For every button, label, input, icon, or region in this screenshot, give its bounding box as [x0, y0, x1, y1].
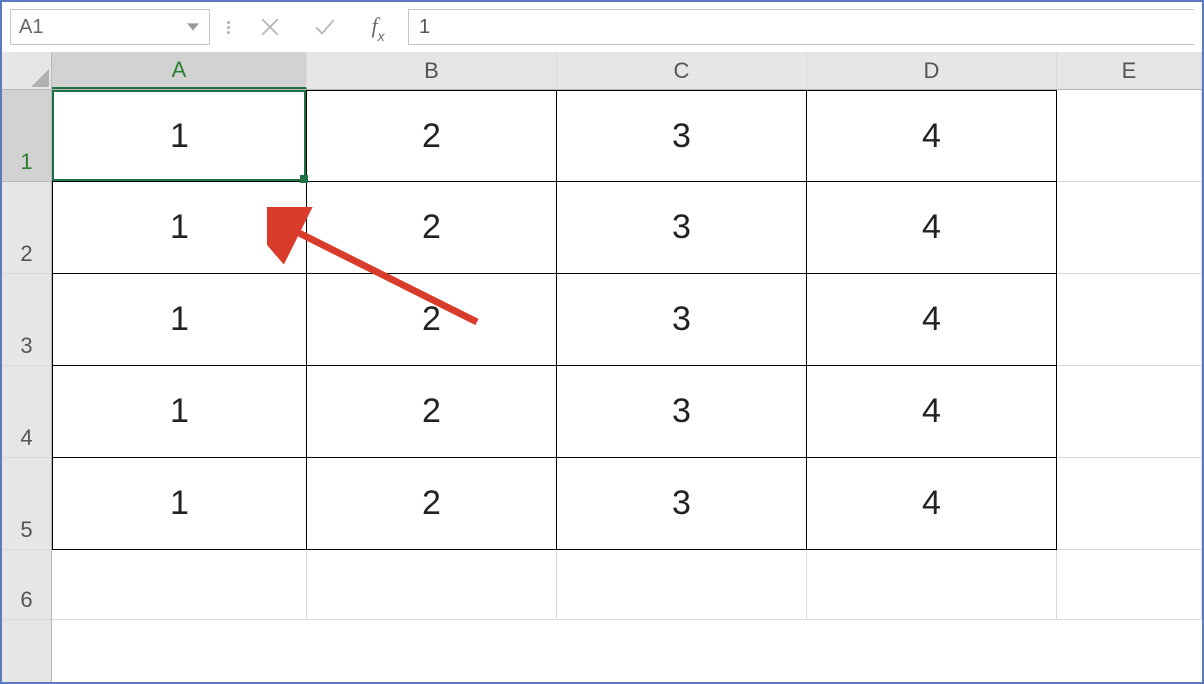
column-header-D[interactable]: D — [807, 52, 1057, 89]
row-header-5[interactable]: 5 — [2, 458, 51, 550]
x-icon — [259, 16, 281, 38]
cell-E4[interactable] — [1057, 366, 1202, 458]
row-headers: 123456 — [2, 52, 52, 682]
column-headers: ABCDE — [52, 52, 1202, 90]
cell-B3[interactable]: 2 — [307, 274, 557, 366]
cell-E2[interactable] — [1057, 182, 1202, 274]
column-header-A[interactable]: A — [52, 52, 307, 89]
cell-A1[interactable]: 1 — [52, 90, 307, 182]
cell-D3[interactable]: 4 — [807, 274, 1057, 366]
row-header-3[interactable]: 3 — [2, 274, 51, 366]
column-header-B[interactable]: B — [307, 52, 557, 89]
table-row: 1234 — [52, 458, 1202, 550]
row-header-1[interactable]: 1 — [2, 90, 51, 182]
table-row — [52, 550, 1202, 620]
name-box-value: A1 — [19, 16, 185, 39]
cell-B4[interactable]: 2 — [307, 366, 557, 458]
formula-bar-separator — [216, 9, 240, 45]
enter-button[interactable] — [300, 9, 348, 45]
cell-C1[interactable]: 3 — [557, 90, 807, 182]
cell-C5[interactable]: 3 — [557, 458, 807, 550]
cell-A4[interactable]: 1 — [52, 366, 307, 458]
cell-B5[interactable]: 2 — [307, 458, 557, 550]
cell-C2[interactable]: 3 — [557, 182, 807, 274]
cell-D1[interactable]: 4 — [807, 90, 1057, 182]
name-box-dropdown-icon[interactable] — [185, 21, 201, 33]
check-icon — [313, 16, 335, 38]
row-header-6[interactable]: 6 — [2, 550, 51, 620]
cell-E6[interactable] — [1057, 550, 1202, 620]
insert-function-button[interactable]: fx — [354, 9, 402, 45]
table-row: 1234 — [52, 182, 1202, 274]
table-row: 1234 — [52, 274, 1202, 366]
cell-C6[interactable] — [557, 550, 807, 620]
cell-B2[interactable]: 2 — [307, 182, 557, 274]
cell-E5[interactable] — [1057, 458, 1202, 550]
grid[interactable]: ABCDE 12341234123412341234 — [52, 52, 1202, 682]
sheet-area: 123456 ABCDE 12341234123412341234 — [2, 52, 1202, 682]
cancel-button[interactable] — [246, 9, 294, 45]
formula-input[interactable]: 1 — [408, 9, 1194, 45]
cell-E1[interactable] — [1057, 90, 1202, 182]
cell-A5[interactable]: 1 — [52, 458, 307, 550]
cell-B6[interactable] — [307, 550, 557, 620]
cell-D4[interactable]: 4 — [807, 366, 1057, 458]
table-row: 1234 — [52, 90, 1202, 182]
cell-B1[interactable]: 2 — [307, 90, 557, 182]
cell-C3[interactable]: 3 — [557, 274, 807, 366]
name-box[interactable]: A1 — [10, 9, 210, 45]
cell-C4[interactable]: 3 — [557, 366, 807, 458]
cell-D5[interactable]: 4 — [807, 458, 1057, 550]
fx-icon: fx — [371, 13, 384, 41]
cell-A2[interactable]: 1 — [52, 182, 307, 274]
column-header-E[interactable]: E — [1057, 52, 1202, 89]
formula-input-value: 1 — [419, 16, 430, 39]
select-all-triangle-icon — [31, 69, 49, 87]
cell-E3[interactable] — [1057, 274, 1202, 366]
formula-bar: A1 fx 1 — [2, 2, 1202, 52]
cells[interactable]: 12341234123412341234 — [52, 90, 1202, 620]
column-header-C[interactable]: C — [557, 52, 807, 89]
cell-A6[interactable] — [52, 550, 307, 620]
cell-D2[interactable]: 4 — [807, 182, 1057, 274]
row-header-2[interactable]: 2 — [2, 182, 51, 274]
cell-D6[interactable] — [807, 550, 1057, 620]
table-row: 1234 — [52, 366, 1202, 458]
select-all-corner[interactable] — [2, 52, 51, 90]
excel-window: A1 fx 1 — [0, 0, 1204, 684]
row-header-4[interactable]: 4 — [2, 366, 51, 458]
cell-A3[interactable]: 1 — [52, 274, 307, 366]
